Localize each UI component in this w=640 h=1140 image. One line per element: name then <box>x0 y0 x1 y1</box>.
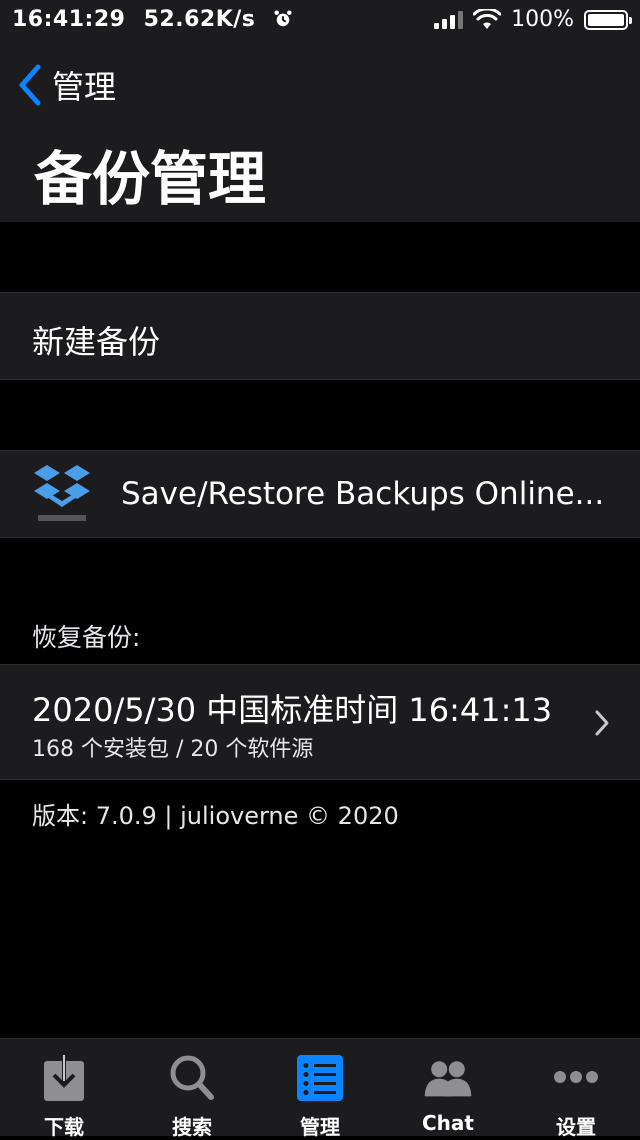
tab-label: Chat <box>422 1111 474 1135</box>
chevron-left-icon <box>19 64 41 106</box>
status-bar-right: 100% <box>434 7 632 32</box>
network-speed: 52.62K/s <box>143 7 256 32</box>
back-button-label: 管理 <box>52 68 117 106</box>
manage-list-icon <box>297 1055 343 1101</box>
more-dots-icon <box>554 1071 598 1083</box>
battery-percent: 100% <box>511 7 574 32</box>
tab-search[interactable]: 搜索 <box>128 1039 256 1139</box>
chevron-right-icon <box>595 710 609 736</box>
restore-backup-row[interactable]: 2020/5/30 中国标准时间 16:41:13 168 个安装包 / 20 … <box>0 664 640 780</box>
battery-icon <box>584 9 632 30</box>
navigation-bar: 管理 备份管理 <box>0 40 640 222</box>
dropbox-backup-button[interactable]: Save/Restore Backups Online... <box>0 450 640 538</box>
status-bar-left: 16:41:29 52.62K/s <box>12 7 292 32</box>
restore-section-header: 恢复备份: <box>32 623 141 652</box>
download-icon <box>44 1053 84 1101</box>
back-button[interactable]: 管理 <box>16 62 116 108</box>
tab-manage[interactable]: 管理 <box>256 1039 384 1139</box>
backup-timestamp: 2020/5/30 中国标准时间 16:41:13 <box>32 691 553 729</box>
dropbox-icon <box>34 465 90 521</box>
backup-summary: 168 个安装包 / 20 个软件源 <box>32 737 314 762</box>
page-title: 备份管理 <box>34 145 267 213</box>
status-time: 16:41:29 <box>12 7 126 32</box>
cellular-signal-icon <box>434 10 464 29</box>
wifi-icon <box>473 8 502 29</box>
tab-bar: 下载 搜索 管理 Chat 设置 <box>0 1038 640 1139</box>
search-icon <box>170 1055 214 1100</box>
chat-people-icon <box>424 1061 472 1097</box>
new-backup-button[interactable]: 新建备份 <box>0 292 640 380</box>
tab-settings[interactable]: 设置 <box>512 1039 640 1139</box>
tab-download[interactable]: 下载 <box>0 1039 128 1139</box>
version-info: 版本: 7.0.9 | julioverne © 2020 <box>32 802 399 830</box>
tab-chat[interactable]: Chat <box>384 1039 512 1136</box>
status-bar: 16:41:29 52.62K/s 100% <box>0 0 640 40</box>
new-backup-label: 新建备份 <box>32 323 161 361</box>
alarm-clock-icon <box>274 10 292 27</box>
dropbox-backup-label: Save/Restore Backups Online... <box>121 476 605 512</box>
